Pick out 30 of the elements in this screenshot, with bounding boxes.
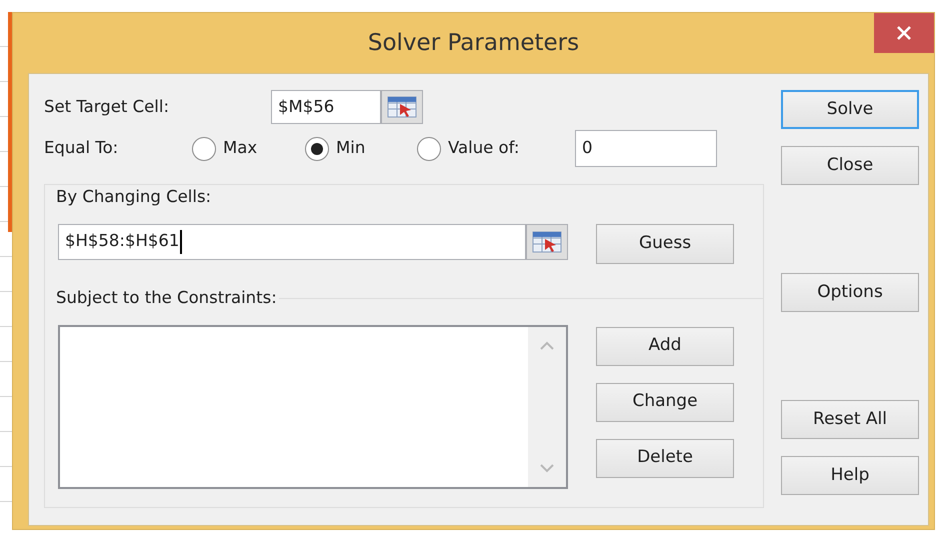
radio-label: Min (336, 137, 366, 160)
dialog-button[interactable]: Delete (596, 438, 734, 478)
dialog-button[interactable]: Options (781, 273, 919, 312)
range-select-button[interactable] (381, 90, 423, 124)
radio-label: Value of: (448, 137, 520, 160)
target-cell-field[interactable]: $M$56 (271, 90, 381, 124)
radio-button[interactable] (192, 136, 216, 160)
dialog-button[interactable]: Solve (781, 90, 919, 129)
dialog-button[interactable]: Close (781, 146, 919, 185)
close-button[interactable] (874, 13, 934, 53)
guess-button[interactable]: Guess (596, 224, 734, 264)
dialog-button[interactable]: Reset All (781, 400, 919, 439)
constraints-list[interactable] (58, 324, 568, 488)
radio-button[interactable] (417, 136, 441, 160)
radio-label: Max (223, 137, 258, 160)
window-title: Solver Parameters (368, 28, 580, 58)
field-label: Equal To: (44, 137, 120, 160)
dialog-button[interactable]: Help (781, 456, 919, 495)
scroll-down-icon[interactable] (540, 464, 554, 472)
range-select-button[interactable] (526, 224, 568, 260)
field-label: Set Target Cell: (44, 96, 170, 118)
radio-button[interactable] (305, 136, 329, 160)
scroll-up-icon[interactable] (540, 340, 554, 350)
scroll-bar[interactable] (528, 326, 566, 486)
changing-cells-field[interactable]: $H$58:$H$61 (58, 224, 526, 260)
value-field[interactable]: 0 (575, 130, 717, 167)
dialog-button[interactable]: Change (596, 382, 734, 422)
dialog-button[interactable]: Add (596, 326, 734, 366)
close-icon (896, 25, 912, 41)
group-label: Subject to the Constraints: (55, 286, 278, 309)
